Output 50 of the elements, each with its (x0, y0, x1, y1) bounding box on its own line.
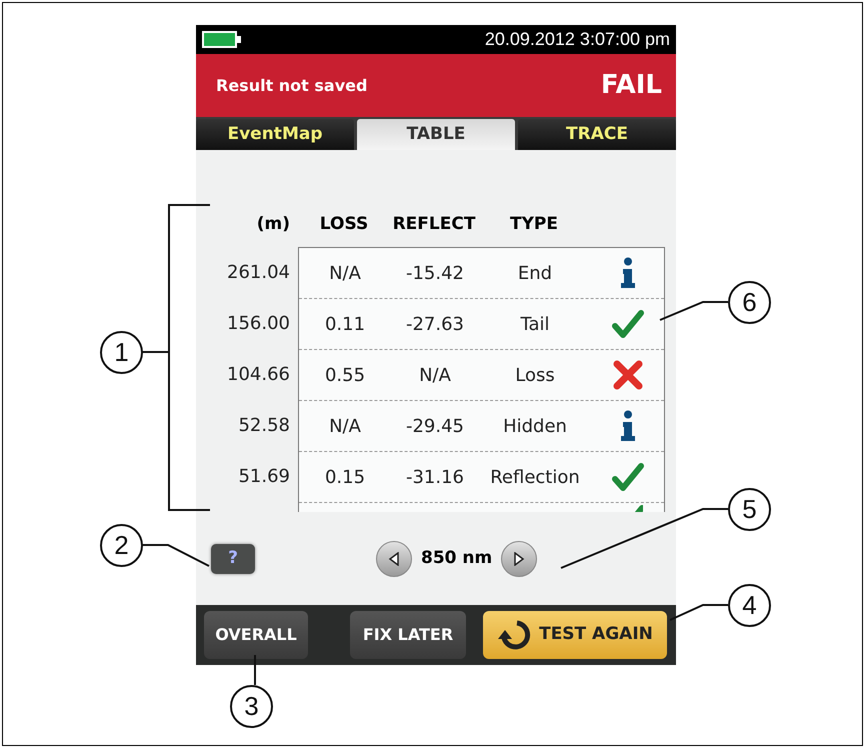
distance-cell-text: 51.69 (238, 465, 290, 489)
type-cell-text: Tail (519, 312, 551, 336)
leader-line (670, 604, 728, 621)
left-triangle-icon (388, 552, 400, 566)
type-cell-text: Reflection (489, 466, 581, 490)
callout-number: 4 (728, 584, 771, 627)
callout-number: 3 (230, 685, 273, 728)
loss-cell-text: 0.15 (324, 466, 366, 490)
wavelength-label: 850 nm (421, 546, 492, 570)
tab[interactable]: TRACE (518, 119, 676, 150)
distance-cell-text: 156.00 (227, 312, 290, 336)
reflect-cell-text: N/A (418, 364, 452, 388)
leader-line (660, 301, 728, 321)
result-status: FAIL (600, 69, 662, 102)
loss-cell-text: N/A (328, 262, 362, 286)
test-again-button[interactable]: TEST AGAIN (483, 611, 667, 659)
previous-wavelength-button[interactable] (376, 540, 412, 576)
column-header: REFLECT (392, 212, 476, 236)
distance-cell-text: 104.66 (227, 363, 290, 387)
type-cell-text: End (516, 262, 554, 286)
reflect-cell-text: -31.16 (404, 466, 466, 490)
next-wavelength-button[interactable] (501, 540, 538, 576)
right-triangle-icon (513, 552, 526, 566)
reflect-cell-text: -27.63 (404, 312, 466, 336)
leader-line (142, 544, 210, 567)
reflect-cell-text: -15.42 (404, 262, 466, 286)
reflect-cell-text: -29.45 (404, 414, 466, 438)
callout-number: 2 (100, 524, 143, 567)
type-cell-text: Loss (514, 364, 556, 388)
loss-cell-text: N/A (328, 414, 362, 438)
battery-icon (202, 31, 242, 48)
help-button[interactable]: ? (211, 544, 255, 574)
tab[interactable]: EventMap (196, 119, 354, 150)
loss-cell-text: 0.55 (324, 364, 366, 388)
action-button[interactable]: FIX LATER (350, 611, 466, 659)
column-header: (m) (256, 212, 290, 236)
distance-cell-text: 261.04 (227, 261, 290, 285)
action-button[interactable]: OVERALL (204, 611, 308, 659)
column-header: TYPE (509, 212, 559, 236)
loss-cell-text: 0.11 (324, 312, 366, 336)
callout-number: 1 (100, 331, 143, 374)
date-time: 20.09.2012 3:07:00 pm (484, 28, 670, 51)
callout-number: 5 (728, 488, 771, 531)
type-cell-text: Hidden (502, 414, 568, 438)
tab[interactable]: TABLE (357, 119, 515, 150)
leader-line (254, 655, 256, 685)
distance-cell-text: 52.58 (238, 414, 290, 438)
column-header: LOSS (318, 212, 370, 236)
save-status: Result not saved (216, 74, 368, 96)
callout-number: 6 (728, 281, 771, 324)
